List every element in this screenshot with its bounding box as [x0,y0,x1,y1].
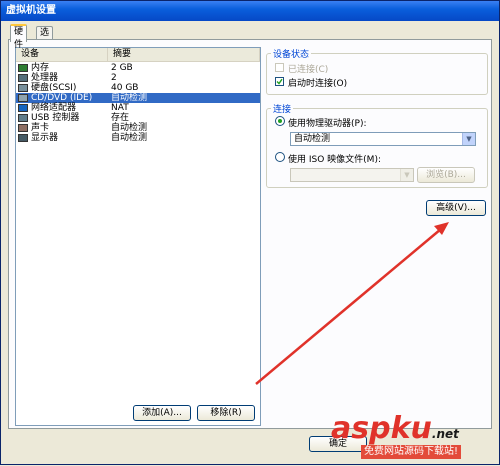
watermark-subtitle: 免费网站源码下载站! [361,445,462,459]
virtual-machine-settings-window: 虚拟机设置 硬件 选项 设备 摘要 内存2 GB处理器2硬盘(SCSI)40 G… [0,0,500,465]
annotation-arrow [255,222,449,385]
watermark-logo: aspku.net [331,413,459,445]
watermark-text: aspku [331,411,432,446]
tab-hardware[interactable]: 硬件 [10,24,28,50]
watermark-tld: .net [431,427,459,441]
